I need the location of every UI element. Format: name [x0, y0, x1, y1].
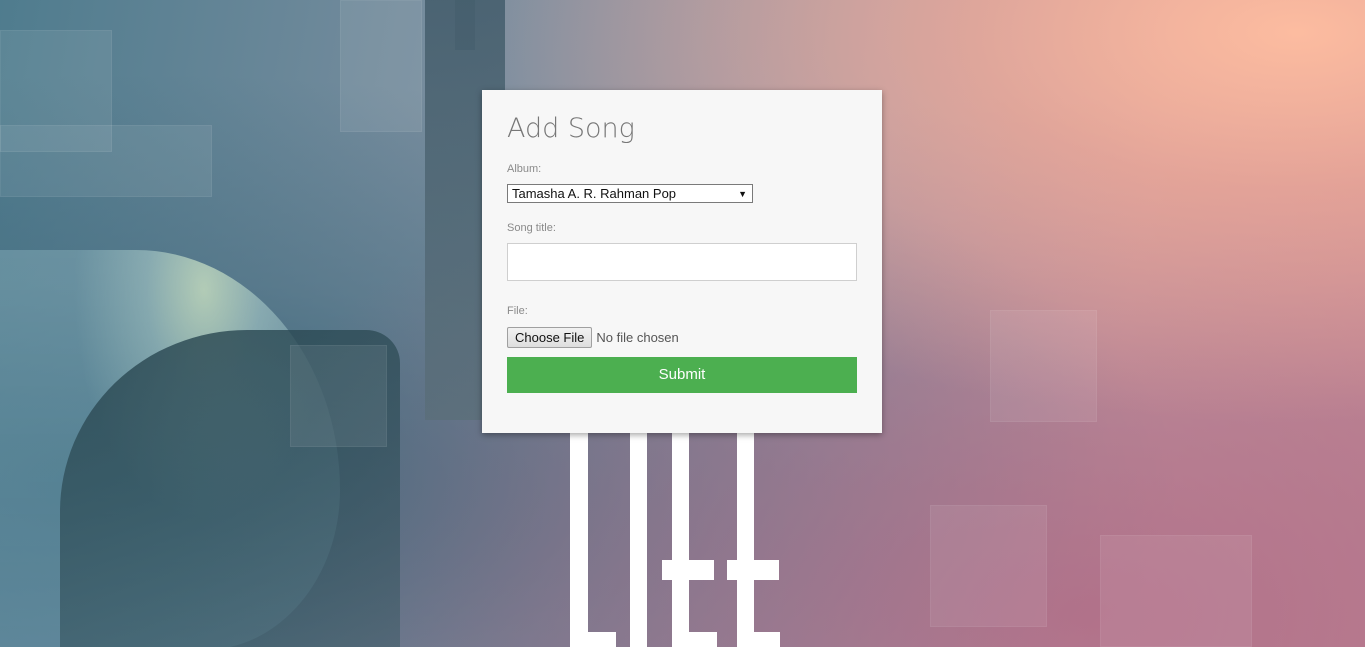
hero-letter-stroke — [727, 560, 779, 580]
background-building — [340, 0, 422, 132]
choose-file-button[interactable]: Choose File — [507, 326, 593, 348]
hero-letter-stroke — [672, 430, 689, 647]
album-select[interactable]: Tamasha A. R. Rahman Pop ▼ — [507, 184, 753, 203]
form-title: Add Song — [507, 113, 635, 144]
background-building — [0, 125, 212, 197]
background-building — [290, 345, 387, 447]
background-building — [930, 505, 1047, 627]
album-label: Album: — [507, 163, 542, 175]
hero-letter-stroke — [754, 632, 780, 647]
song-title-input[interactable] — [507, 243, 857, 281]
hero-letter-stroke — [737, 430, 754, 647]
song-title-label: Song title: — [507, 222, 556, 234]
background-building — [1100, 535, 1252, 647]
hero-letter-stroke — [689, 632, 717, 647]
file-status-text: No file chosen — [596, 329, 679, 345]
file-label: File: — [507, 305, 528, 317]
add-song-form-card: Add Song Album: Tamasha A. R. Rahman Pop… — [482, 90, 882, 433]
hero-letter-stroke — [630, 430, 647, 647]
album-select-value: Tamasha A. R. Rahman Pop — [512, 186, 677, 201]
submit-button[interactable]: Submit — [507, 357, 857, 393]
hero-letter-stroke — [588, 632, 616, 647]
hero-letter-stroke — [662, 560, 714, 580]
background-building — [990, 310, 1097, 422]
hero-letter-stroke — [570, 430, 588, 647]
triangle-down-icon: ▼ — [738, 189, 747, 199]
file-input: Choose File No file chosen — [507, 326, 679, 348]
